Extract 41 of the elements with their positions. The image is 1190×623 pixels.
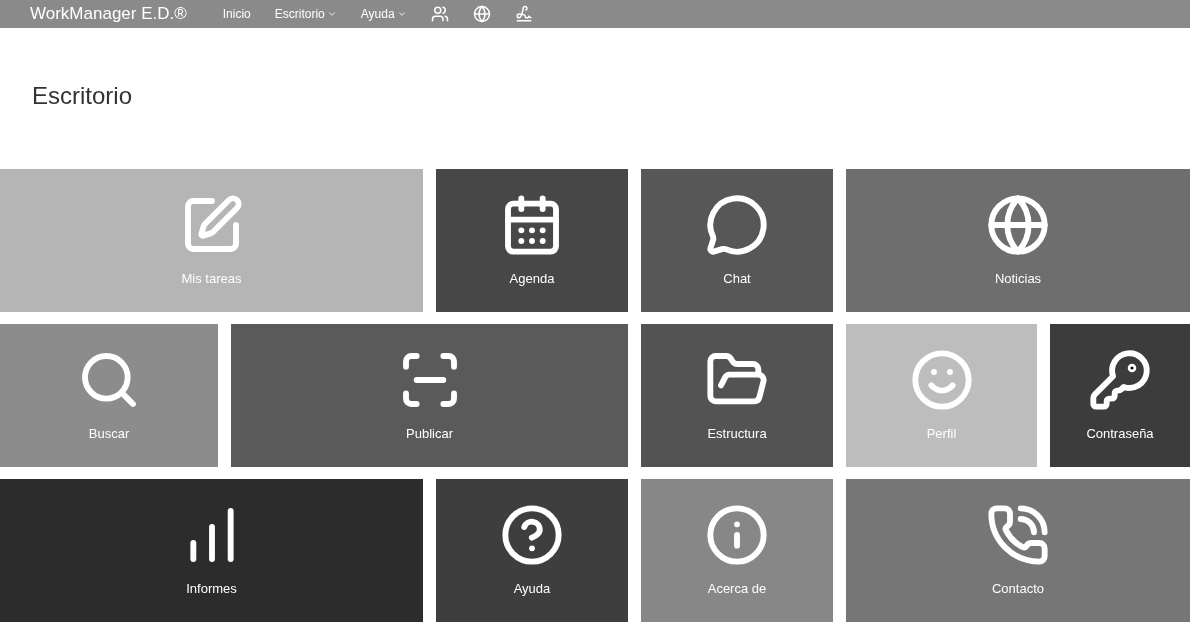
tile-label: Contraseña	[1086, 424, 1154, 443]
tile[interactable]: Buscar	[0, 324, 218, 467]
tile[interactable]: Contacto	[846, 479, 1190, 622]
tile[interactable]: Chat	[641, 169, 833, 312]
key-icon	[1088, 347, 1152, 412]
tile[interactable]: Agenda	[436, 169, 628, 312]
tile[interactable]: Ayuda	[436, 479, 628, 622]
tile-label: Acerca de	[707, 579, 767, 598]
users-icon[interactable]	[430, 5, 449, 23]
tile-label: Buscar	[88, 424, 130, 443]
smiley-icon	[909, 347, 974, 412]
question-icon	[500, 502, 564, 567]
nav-link[interactable]: Escritorio	[274, 5, 337, 23]
chat-bubble-icon	[705, 192, 769, 257]
tile[interactable]: Publicar	[231, 324, 628, 467]
tile-label: Publicar	[406, 424, 453, 443]
info-icon	[705, 502, 769, 567]
tile[interactable]: Contraseña	[1050, 324, 1190, 467]
tile-label: Mis tareas	[181, 269, 242, 288]
tile[interactable]: Noticias	[846, 169, 1190, 312]
nav-link[interactable]: Inicio	[222, 5, 251, 23]
signature-icon[interactable]	[514, 5, 533, 23]
phone-icon	[986, 502, 1050, 567]
tile-label: Noticias	[994, 269, 1042, 288]
caret-icon	[326, 9, 337, 19]
caret-icon	[396, 9, 407, 19]
nav-link[interactable]: Ayuda	[360, 5, 407, 23]
tile-label: Agenda	[509, 269, 555, 288]
page-title: Escritorio	[32, 84, 134, 108]
tile[interactable]: Informes	[0, 479, 423, 622]
globe-icon[interactable]	[472, 5, 491, 23]
tile-label: Ayuda	[513, 579, 551, 598]
tile-label: Perfil	[926, 424, 957, 443]
tile-label: Informes	[186, 579, 237, 598]
tile-label: Chat	[723, 269, 751, 288]
globe-icon	[986, 192, 1050, 257]
tile[interactable]: Acerca de	[641, 479, 833, 622]
brand[interactable]: WorkManager E.D.®	[30, 1, 187, 27]
tile[interactable]: Estructura	[641, 324, 833, 467]
tile-label: Estructura	[707, 424, 767, 443]
tile-label: Contacto	[991, 579, 1044, 598]
